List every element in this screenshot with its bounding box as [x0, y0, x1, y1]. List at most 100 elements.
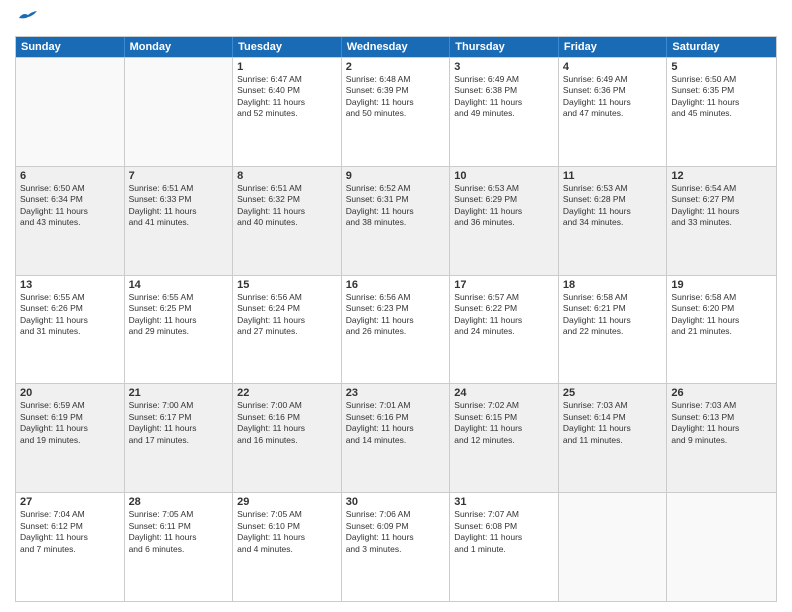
day-number: 30: [346, 496, 446, 508]
day-number: 28: [129, 496, 229, 508]
day-number: 2: [346, 61, 446, 73]
day-info: Sunrise: 6:48 AMSunset: 6:39 PMDaylight:…: [346, 74, 446, 120]
day-info: Sunrise: 6:50 AMSunset: 6:34 PMDaylight:…: [20, 183, 120, 229]
day-info: Sunrise: 6:47 AMSunset: 6:40 PMDaylight:…: [237, 74, 337, 120]
day-number: 7: [129, 170, 229, 182]
day-info: Sunrise: 7:05 AMSunset: 6:11 PMDaylight:…: [129, 509, 229, 555]
cal-cell-day-26: 26Sunrise: 7:03 AMSunset: 6:13 PMDayligh…: [667, 384, 776, 492]
cal-cell-day-3: 3Sunrise: 6:49 AMSunset: 6:38 PMDaylight…: [450, 58, 559, 166]
day-info: Sunrise: 6:56 AMSunset: 6:24 PMDaylight:…: [237, 292, 337, 338]
cal-cell-day-23: 23Sunrise: 7:01 AMSunset: 6:16 PMDayligh…: [342, 384, 451, 492]
day-number: 23: [346, 387, 446, 399]
cal-cell-day-11: 11Sunrise: 6:53 AMSunset: 6:28 PMDayligh…: [559, 167, 668, 275]
cal-cell-day-25: 25Sunrise: 7:03 AMSunset: 6:14 PMDayligh…: [559, 384, 668, 492]
cal-cell-empty: [125, 58, 234, 166]
cal-cell-day-14: 14Sunrise: 6:55 AMSunset: 6:25 PMDayligh…: [125, 276, 234, 384]
day-info: Sunrise: 6:54 AMSunset: 6:27 PMDaylight:…: [671, 183, 772, 229]
day-number: 4: [563, 61, 663, 73]
day-info: Sunrise: 7:07 AMSunset: 6:08 PMDaylight:…: [454, 509, 554, 555]
cal-cell-empty: [667, 493, 776, 601]
cal-cell-day-8: 8Sunrise: 6:51 AMSunset: 6:32 PMDaylight…: [233, 167, 342, 275]
day-number: 25: [563, 387, 663, 399]
day-info: Sunrise: 6:58 AMSunset: 6:20 PMDaylight:…: [671, 292, 772, 338]
cal-cell-day-30: 30Sunrise: 7:06 AMSunset: 6:09 PMDayligh…: [342, 493, 451, 601]
header-day-sunday: Sunday: [16, 37, 125, 57]
day-number: 6: [20, 170, 120, 182]
day-number: 11: [563, 170, 663, 182]
day-info: Sunrise: 6:57 AMSunset: 6:22 PMDaylight:…: [454, 292, 554, 338]
day-number: 24: [454, 387, 554, 399]
day-info: Sunrise: 7:00 AMSunset: 6:17 PMDaylight:…: [129, 400, 229, 446]
cal-cell-day-1: 1Sunrise: 6:47 AMSunset: 6:40 PMDaylight…: [233, 58, 342, 166]
cal-cell-day-12: 12Sunrise: 6:54 AMSunset: 6:27 PMDayligh…: [667, 167, 776, 275]
cal-cell-day-18: 18Sunrise: 6:58 AMSunset: 6:21 PMDayligh…: [559, 276, 668, 384]
day-number: 16: [346, 279, 446, 291]
day-info: Sunrise: 7:00 AMSunset: 6:16 PMDaylight:…: [237, 400, 337, 446]
header-day-saturday: Saturday: [667, 37, 776, 57]
day-info: Sunrise: 7:03 AMSunset: 6:14 PMDaylight:…: [563, 400, 663, 446]
cal-cell-day-28: 28Sunrise: 7:05 AMSunset: 6:11 PMDayligh…: [125, 493, 234, 601]
calendar-header: SundayMondayTuesdayWednesdayThursdayFrid…: [16, 37, 776, 57]
day-info: Sunrise: 6:53 AMSunset: 6:28 PMDaylight:…: [563, 183, 663, 229]
day-info: Sunrise: 7:03 AMSunset: 6:13 PMDaylight:…: [671, 400, 772, 446]
logo-bird-icon: [17, 10, 39, 26]
cal-cell-empty: [16, 58, 125, 166]
week-row-5: 27Sunrise: 7:04 AMSunset: 6:12 PMDayligh…: [16, 492, 776, 601]
cal-cell-day-9: 9Sunrise: 6:52 AMSunset: 6:31 PMDaylight…: [342, 167, 451, 275]
cal-cell-day-19: 19Sunrise: 6:58 AMSunset: 6:20 PMDayligh…: [667, 276, 776, 384]
cal-cell-day-10: 10Sunrise: 6:53 AMSunset: 6:29 PMDayligh…: [450, 167, 559, 275]
day-number: 17: [454, 279, 554, 291]
header-day-friday: Friday: [559, 37, 668, 57]
cal-cell-day-16: 16Sunrise: 6:56 AMSunset: 6:23 PMDayligh…: [342, 276, 451, 384]
day-info: Sunrise: 6:52 AMSunset: 6:31 PMDaylight:…: [346, 183, 446, 229]
day-number: 14: [129, 279, 229, 291]
logo: [15, 10, 39, 30]
day-info: Sunrise: 6:51 AMSunset: 6:32 PMDaylight:…: [237, 183, 337, 229]
day-number: 9: [346, 170, 446, 182]
day-number: 21: [129, 387, 229, 399]
cal-cell-day-24: 24Sunrise: 7:02 AMSunset: 6:15 PMDayligh…: [450, 384, 559, 492]
header: [15, 10, 777, 30]
cal-cell-empty: [559, 493, 668, 601]
day-info: Sunrise: 7:04 AMSunset: 6:12 PMDaylight:…: [20, 509, 120, 555]
day-info: Sunrise: 6:51 AMSunset: 6:33 PMDaylight:…: [129, 183, 229, 229]
cal-cell-day-2: 2Sunrise: 6:48 AMSunset: 6:39 PMDaylight…: [342, 58, 451, 166]
cal-cell-day-17: 17Sunrise: 6:57 AMSunset: 6:22 PMDayligh…: [450, 276, 559, 384]
day-info: Sunrise: 6:55 AMSunset: 6:25 PMDaylight:…: [129, 292, 229, 338]
day-number: 22: [237, 387, 337, 399]
day-info: Sunrise: 6:50 AMSunset: 6:35 PMDaylight:…: [671, 74, 772, 120]
day-number: 18: [563, 279, 663, 291]
day-number: 5: [671, 61, 772, 73]
week-row-2: 6Sunrise: 6:50 AMSunset: 6:34 PMDaylight…: [16, 166, 776, 275]
cal-cell-day-27: 27Sunrise: 7:04 AMSunset: 6:12 PMDayligh…: [16, 493, 125, 601]
week-row-1: 1Sunrise: 6:47 AMSunset: 6:40 PMDaylight…: [16, 57, 776, 166]
day-number: 3: [454, 61, 554, 73]
day-info: Sunrise: 6:58 AMSunset: 6:21 PMDaylight:…: [563, 292, 663, 338]
header-day-wednesday: Wednesday: [342, 37, 451, 57]
cal-cell-day-21: 21Sunrise: 7:00 AMSunset: 6:17 PMDayligh…: [125, 384, 234, 492]
day-number: 13: [20, 279, 120, 291]
day-number: 31: [454, 496, 554, 508]
day-number: 12: [671, 170, 772, 182]
page: SundayMondayTuesdayWednesdayThursdayFrid…: [0, 0, 792, 612]
day-info: Sunrise: 6:59 AMSunset: 6:19 PMDaylight:…: [20, 400, 120, 446]
day-info: Sunrise: 7:06 AMSunset: 6:09 PMDaylight:…: [346, 509, 446, 555]
cal-cell-day-31: 31Sunrise: 7:07 AMSunset: 6:08 PMDayligh…: [450, 493, 559, 601]
cal-cell-day-22: 22Sunrise: 7:00 AMSunset: 6:16 PMDayligh…: [233, 384, 342, 492]
day-info: Sunrise: 6:49 AMSunset: 6:38 PMDaylight:…: [454, 74, 554, 120]
day-number: 1: [237, 61, 337, 73]
day-number: 20: [20, 387, 120, 399]
header-day-monday: Monday: [125, 37, 234, 57]
cal-cell-day-13: 13Sunrise: 6:55 AMSunset: 6:26 PMDayligh…: [16, 276, 125, 384]
week-row-4: 20Sunrise: 6:59 AMSunset: 6:19 PMDayligh…: [16, 383, 776, 492]
cal-cell-day-7: 7Sunrise: 6:51 AMSunset: 6:33 PMDaylight…: [125, 167, 234, 275]
cal-cell-day-5: 5Sunrise: 6:50 AMSunset: 6:35 PMDaylight…: [667, 58, 776, 166]
calendar: SundayMondayTuesdayWednesdayThursdayFrid…: [15, 36, 777, 602]
calendar-body: 1Sunrise: 6:47 AMSunset: 6:40 PMDaylight…: [16, 57, 776, 601]
cal-cell-day-6: 6Sunrise: 6:50 AMSunset: 6:34 PMDaylight…: [16, 167, 125, 275]
day-number: 8: [237, 170, 337, 182]
cal-cell-day-20: 20Sunrise: 6:59 AMSunset: 6:19 PMDayligh…: [16, 384, 125, 492]
day-number: 26: [671, 387, 772, 399]
day-info: Sunrise: 6:56 AMSunset: 6:23 PMDaylight:…: [346, 292, 446, 338]
day-number: 27: [20, 496, 120, 508]
